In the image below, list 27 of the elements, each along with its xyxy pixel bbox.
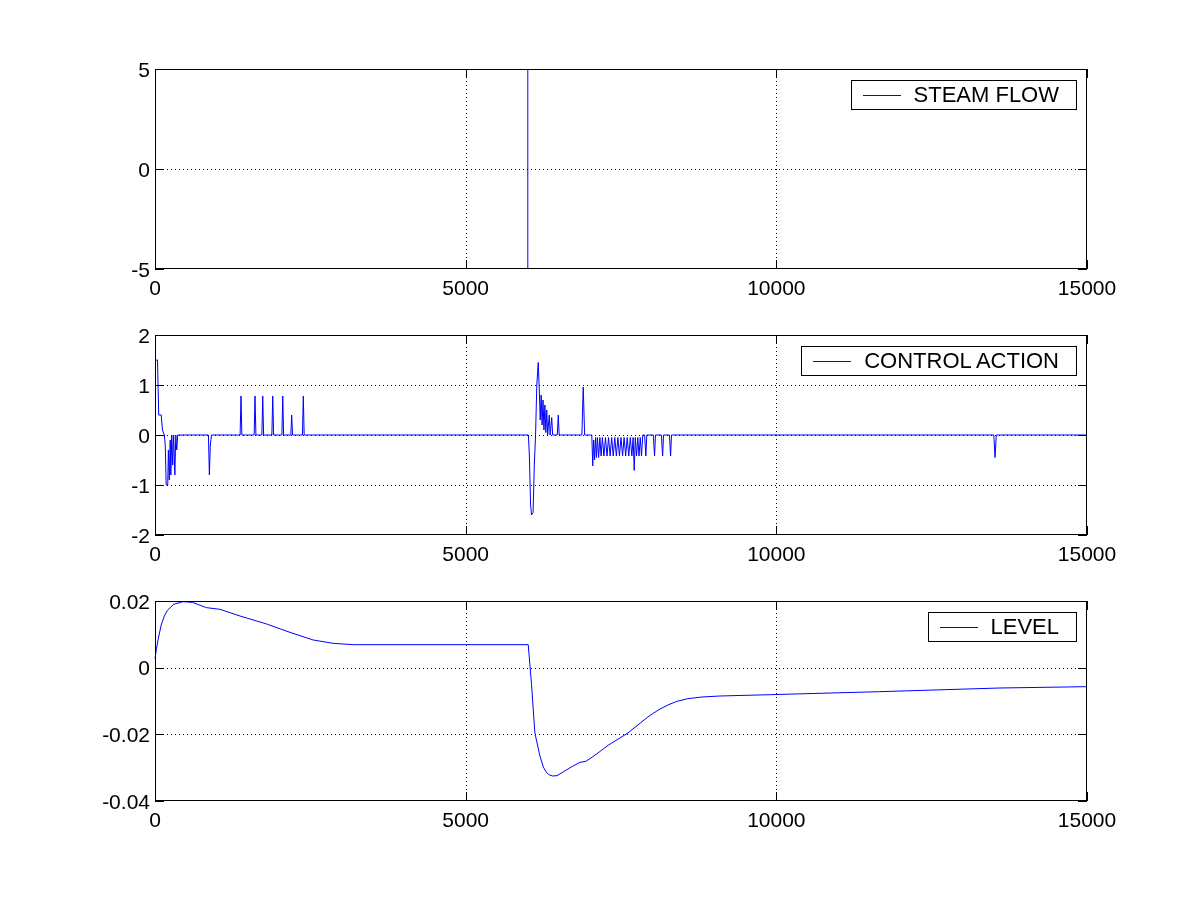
legend-label: CONTROL ACTION: [864, 350, 1059, 372]
y-tick-label: 0: [138, 656, 150, 680]
y-tick-label: -5: [131, 257, 150, 281]
x-tick-label: 10000: [747, 276, 806, 299]
y-tick-label: 0.02: [109, 589, 150, 613]
y-tick-label: -0.02: [102, 722, 150, 746]
x-tick-label: 0: [149, 542, 161, 565]
y-tick-label: -0.04: [102, 789, 150, 813]
legend-label: STEAM FLOW: [913, 84, 1059, 106]
x-tick-label: 10000: [747, 542, 806, 565]
y-tick-label: 0: [138, 157, 150, 181]
y-tick-label: -2: [131, 523, 150, 547]
x-tick-label: 5000: [442, 276, 490, 299]
x-tick-label: 0: [149, 276, 161, 299]
x-tick-label: 15000: [1057, 542, 1117, 565]
y-tick-label: 1: [138, 373, 150, 397]
x-tick-label: 15000: [1057, 808, 1117, 831]
x-tick-label: 5000: [442, 542, 490, 565]
legend-label: LEVEL: [990, 616, 1059, 638]
y-tick-label: 5: [138, 57, 150, 81]
x-tick-label: 10000: [747, 808, 806, 831]
y-tick-label: -1: [131, 473, 150, 497]
x-tick-label: 5000: [442, 808, 490, 831]
y-tick-label: 2: [138, 323, 150, 347]
x-tick-label: 0: [149, 808, 161, 831]
x-tick-label: 15000: [1057, 276, 1117, 299]
y-tick-label: 0: [138, 423, 150, 447]
